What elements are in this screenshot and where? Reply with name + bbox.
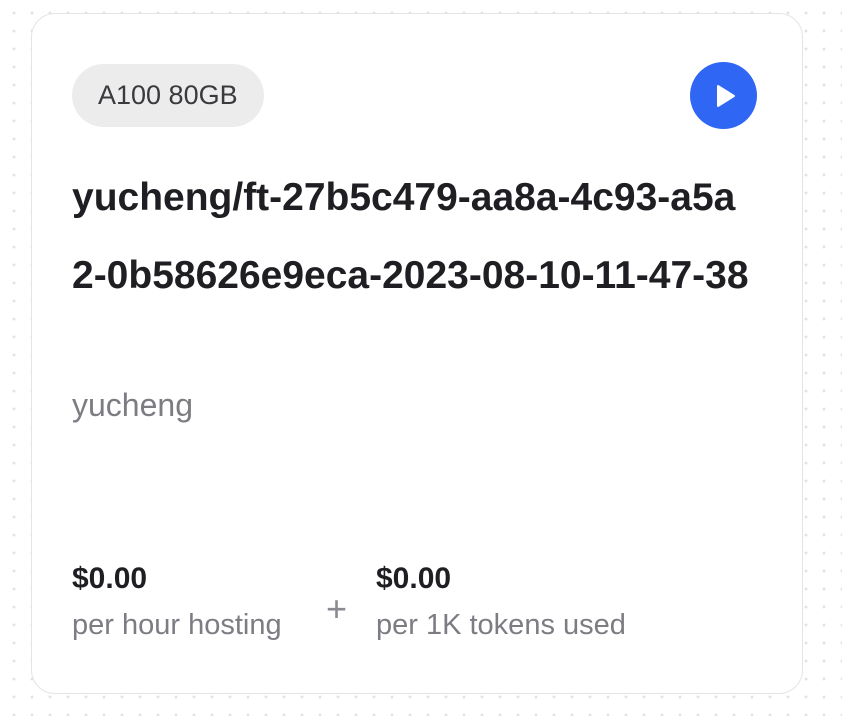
token-price-label: per 1K tokens used: [376, 609, 626, 641]
hosting-price-amount: $0.00: [72, 562, 148, 595]
model-owner: yucheng: [72, 387, 193, 423]
hosting-price: $0.00 per hour hosting: [72, 556, 282, 648]
model-title[interactable]: yucheng/ft-27b5c479-aa8a-4c93-a5a2-0b586…: [72, 159, 752, 315]
token-price-amount: $0.00: [376, 562, 452, 595]
token-price: $0.00 per 1K tokens used: [376, 556, 626, 648]
model-card[interactable]: A100 80GB yucheng/ft-27b5c479-aa8a-4c93-…: [31, 13, 803, 694]
plus-separator: +: [326, 588, 348, 629]
play-icon: [716, 84, 735, 107]
hosting-price-label: per hour hosting: [72, 609, 282, 641]
play-button[interactable]: [690, 62, 757, 129]
gpu-badge: A100 80GB: [72, 64, 264, 127]
